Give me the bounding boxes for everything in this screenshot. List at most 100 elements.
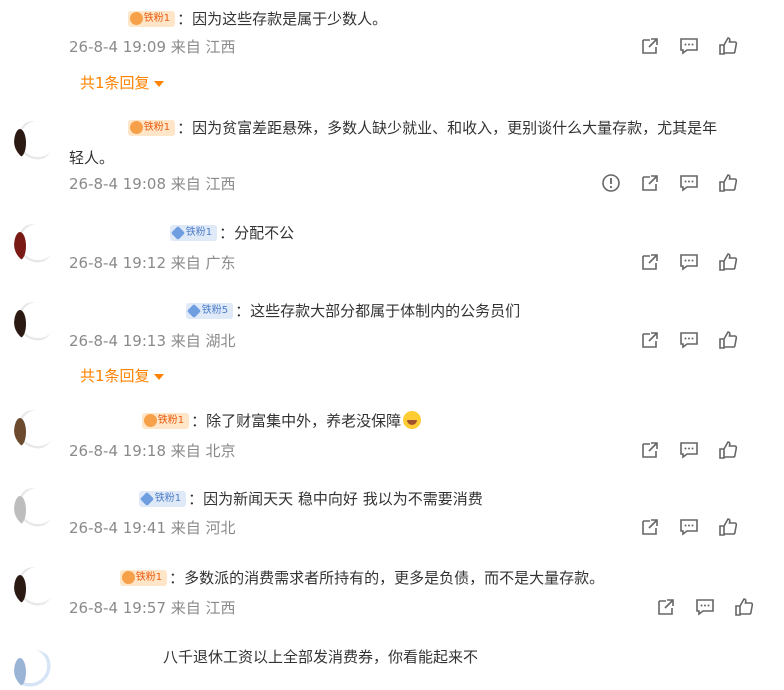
like-icon[interactable]	[718, 252, 738, 272]
comment-source: 来自 江西	[170, 38, 236, 56]
comment-actions	[640, 252, 738, 274]
report-icon[interactable]	[601, 173, 621, 193]
comment-source: 来自 广东	[170, 254, 236, 272]
fan-badge-icon	[143, 413, 157, 427]
caret-down-icon	[153, 373, 164, 380]
username[interactable]	[69, 10, 123, 24]
comment-text: ：分配不公	[219, 224, 295, 242]
comment-source: 来自 江西	[170, 175, 236, 193]
comment-icon[interactable]	[679, 440, 699, 460]
comment-content: 铁粉1 ：分配不公	[69, 218, 764, 248]
fan-badge[interactable]: 铁粉1	[141, 412, 190, 429]
comment-date: 26-8-4 19:09	[69, 38, 166, 56]
caret-down-icon	[153, 80, 164, 87]
comment-actions	[640, 330, 738, 352]
comment-icon[interactable]	[679, 330, 699, 350]
fan-badge[interactable]: 铁粉1	[169, 224, 218, 241]
avatar[interactable]	[14, 410, 54, 450]
comment-source: 来自 江西	[170, 599, 236, 617]
comment-content: 铁粉1 ：多数派的消费需求者所持有的，更多是负债，而不是大量存款。	[69, 563, 764, 593]
like-icon[interactable]	[734, 597, 754, 617]
comment-content: 铁粉1 ：因为这些存款是属于少数人。	[69, 4, 764, 34]
comment-meta: 26-8-4 19:12 来自 广东	[69, 253, 236, 273]
comment-meta: 26-8-4 19:41 来自 河北	[69, 518, 236, 538]
fan-badge-icon	[139, 491, 154, 506]
comment-actions	[640, 36, 738, 58]
replies-toggle[interactable]: 共1条回复	[80, 366, 164, 386]
share-icon[interactable]	[640, 440, 660, 460]
comment-text: 八千退休工资以上全部发消费券，你看能起来不	[163, 648, 479, 666]
comment-text-continued: 轻人。	[69, 149, 115, 167]
share-icon[interactable]	[640, 36, 660, 56]
comment-text: ：这些存款大部分都属于体制内的公务员们	[235, 302, 521, 320]
share-icon[interactable]	[656, 597, 676, 617]
comment-date: 26-8-4 19:18	[69, 442, 166, 460]
like-icon[interactable]	[718, 36, 738, 56]
comment-date: 26-8-4 19:13	[69, 332, 166, 350]
comment-actions	[640, 440, 738, 462]
comment-meta: 26-8-4 19:18 来自 北京	[69, 441, 236, 461]
like-icon[interactable]	[718, 440, 738, 460]
fan-badge-icon	[121, 570, 135, 584]
avatar[interactable]	[14, 302, 54, 342]
fan-badge[interactable]: 铁粉1	[127, 119, 176, 136]
avatar[interactable]	[14, 488, 54, 528]
like-icon[interactable]	[718, 517, 738, 537]
replies-toggle[interactable]: 共1条回复	[80, 73, 164, 93]
fan-badge[interactable]: 铁粉1	[119, 569, 168, 586]
laugh-cry-emoji-icon	[403, 411, 422, 429]
username[interactable]	[69, 119, 123, 133]
comment-actions	[656, 597, 754, 619]
comment-text: ：因为这些存款是属于少数人。	[177, 10, 388, 28]
like-icon[interactable]	[718, 330, 738, 350]
username[interactable]	[69, 569, 115, 583]
username[interactable]	[69, 490, 134, 504]
fan-badge-icon	[129, 11, 143, 25]
share-icon[interactable]	[640, 252, 660, 272]
comment-icon[interactable]	[679, 252, 699, 272]
comment-date: 26-8-4 19:12	[69, 254, 166, 272]
comment-content: 铁粉1 ：因为贫富差距悬殊，多数人缺少就业、和收入，更别谈什么大量存款，尤其是年 …	[69, 113, 764, 173]
comment-text: ：除了财富集中外，养老没保障	[191, 412, 402, 430]
username[interactable]	[69, 302, 181, 316]
comment-date: 26-8-4 19:41	[69, 519, 166, 537]
avatar[interactable]	[14, 224, 54, 264]
comment-content: 八千退休工资以上全部发消费券，你看能起来不	[163, 642, 764, 672]
comment-text: ：因为贫富差距悬殊，多数人缺少就业、和收入，更别谈什么大量存款，尤其是年	[177, 119, 718, 137]
fan-badge-icon	[186, 303, 201, 318]
share-icon[interactable]	[640, 330, 660, 350]
username[interactable]	[69, 412, 137, 426]
comment-meta: 26-8-4 19:57 来自 江西	[69, 598, 236, 618]
comment-meta: 26-8-4 19:09 来自 江西	[69, 37, 236, 57]
comment-actions	[601, 173, 738, 195]
comment-content: 铁粉5 ：这些存款大部分都属于体制内的公务员们	[69, 296, 764, 326]
fan-badge[interactable]: 铁粉5	[185, 302, 234, 319]
comment-source: 来自 北京	[170, 442, 236, 460]
fan-badge[interactable]: 铁粉1	[138, 490, 187, 507]
comment-icon[interactable]	[679, 173, 699, 193]
share-icon[interactable]	[640, 517, 660, 537]
avatar[interactable]	[14, 567, 54, 607]
comment-content: 铁粉1 ：因为新闻天天 稳中向好 我以为不需要消费	[69, 484, 764, 514]
comment-text: ：因为新闻天天 稳中向好 我以为不需要消费	[188, 490, 483, 508]
comment-source: 来自 河北	[170, 519, 236, 537]
comment-text: ：多数派的消费需求者所持有的，更多是负债，而不是大量存款。	[169, 569, 605, 587]
share-icon[interactable]	[640, 173, 660, 193]
fan-badge-icon	[170, 225, 185, 240]
avatar[interactable]	[14, 650, 54, 690]
comment-meta: 26-8-4 19:13 来自 湖北	[69, 331, 236, 351]
comment-date: 26-8-4 19:08	[69, 175, 166, 193]
comment-source: 来自 湖北	[170, 332, 236, 350]
fan-badge-icon	[129, 120, 143, 134]
comment-actions	[640, 517, 738, 539]
comment-content: 铁粉1 ：除了财富集中外，养老没保障	[69, 406, 764, 436]
username[interactable]	[69, 224, 165, 238]
comment-meta: 26-8-4 19:08 来自 江西	[69, 174, 236, 194]
comment-icon[interactable]	[679, 517, 699, 537]
fan-badge[interactable]: 铁粉1	[127, 10, 176, 27]
comment-date: 26-8-4 19:57	[69, 599, 166, 617]
comment-icon[interactable]	[695, 597, 715, 617]
comment-icon[interactable]	[679, 36, 699, 56]
avatar[interactable]	[14, 121, 54, 161]
like-icon[interactable]	[718, 173, 738, 193]
